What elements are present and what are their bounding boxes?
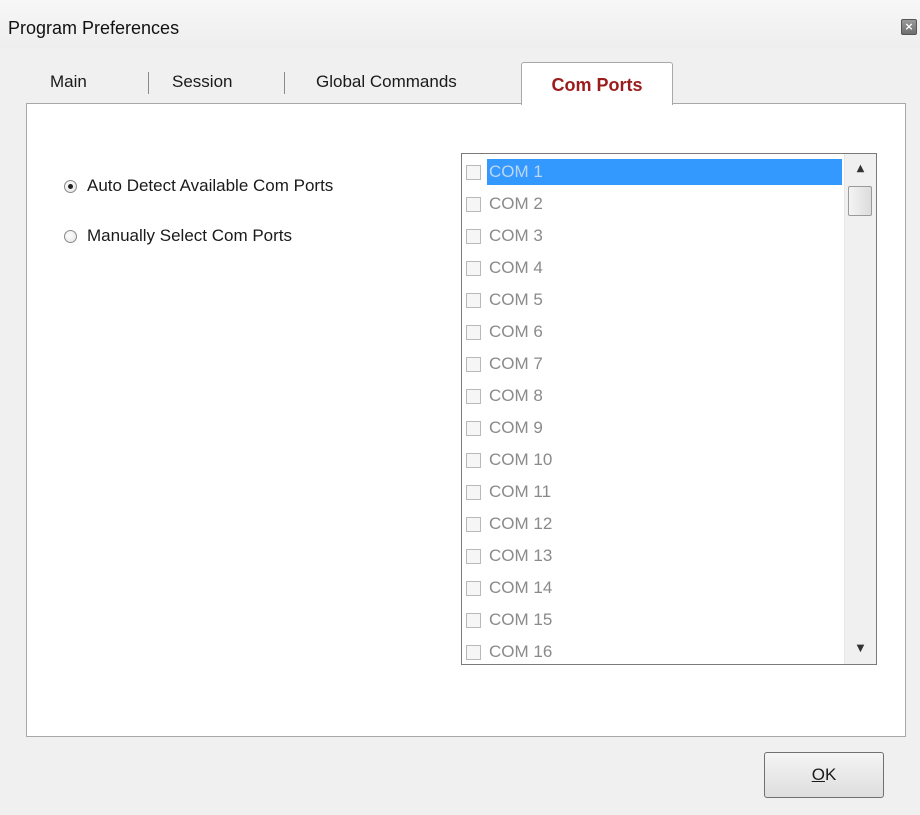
com-checkbox[interactable] <box>466 196 481 212</box>
com-label: COM 14 <box>489 578 553 597</box>
com-label: COM 9 <box>489 418 543 437</box>
com-label: COM 7 <box>489 354 543 373</box>
com-checkbox[interactable] <box>466 580 481 596</box>
tab-main[interactable]: Main <box>50 72 87 100</box>
program-preferences-dialog: Program Preferences × Main Session Globa… <box>0 0 920 815</box>
com-label: COM 10 <box>489 450 553 469</box>
com-label: COM 13 <box>489 546 553 565</box>
com-checkbox[interactable] <box>466 260 481 276</box>
com-checkbox[interactable] <box>466 420 481 436</box>
list-item[interactable]: COM 7 <box>466 348 842 380</box>
list-item[interactable]: COM 13 <box>466 540 842 572</box>
close-icon[interactable]: × <box>901 19 917 35</box>
com-label: COM 8 <box>489 386 543 405</box>
com-checkbox[interactable] <box>466 228 481 244</box>
scroll-down-icon[interactable]: ▼ <box>845 638 876 660</box>
list-item[interactable]: COM 14 <box>466 572 842 604</box>
list-item[interactable]: COM 4 <box>466 252 842 284</box>
com-label: COM 12 <box>489 514 553 533</box>
tab-global-commands[interactable]: Global Commands <box>316 72 457 100</box>
com-checkbox[interactable] <box>466 292 481 308</box>
com-checkbox[interactable] <box>466 324 481 340</box>
scroll-up-icon[interactable]: ▲ <box>845 158 876 180</box>
list-item[interactable]: COM 15 <box>466 604 842 636</box>
auto-detect-radio[interactable] <box>64 179 77 193</box>
dialog-title: Program Preferences <box>8 18 180 38</box>
vertical-scrollbar[interactable]: ▲ ▼ <box>844 154 876 664</box>
list-item[interactable]: COM 3 <box>466 220 842 252</box>
auto-detect-label: Auto Detect Available Com Ports <box>87 176 334 195</box>
com-port-list[interactable]: COM 1 COM 2 COM 3 COM 4 COM 5 COM 6 COM … <box>461 153 877 665</box>
com-label: COM 2 <box>489 194 543 213</box>
com-label: COM 3 <box>489 226 543 245</box>
manual-select-option[interactable]: Manually Select Com Ports <box>64 225 292 247</box>
list-item[interactable]: COM 10 <box>466 444 842 476</box>
tab-separator <box>284 72 285 94</box>
list-item[interactable]: COM 9 <box>466 412 842 444</box>
com-ports-panel: Auto Detect Available Com Ports Manually… <box>26 103 906 737</box>
com-checkbox[interactable] <box>466 548 481 564</box>
list-item[interactable]: COM 16 <box>466 636 842 664</box>
list-item[interactable]: COM 11 <box>466 476 842 508</box>
list-item[interactable]: COM 6 <box>466 316 842 348</box>
com-label: COM 16 <box>489 642 553 661</box>
com-checkbox[interactable] <box>466 516 481 532</box>
com-label: COM 15 <box>489 610 553 629</box>
scroll-thumb[interactable] <box>848 186 872 216</box>
com-label: COM 1 <box>487 159 842 185</box>
title-bar: Program Preferences × <box>0 0 920 48</box>
list-item[interactable]: COM 5 <box>466 284 842 316</box>
com-label: COM 6 <box>489 322 543 341</box>
manual-select-radio[interactable] <box>64 229 77 243</box>
auto-detect-option[interactable]: Auto Detect Available Com Ports <box>64 175 333 197</box>
com-checkbox[interactable] <box>466 356 481 372</box>
ok-label-rest: K <box>824 765 837 784</box>
manual-select-label: Manually Select Com Ports <box>87 226 293 245</box>
com-checkbox[interactable] <box>466 388 481 404</box>
com-label: COM 5 <box>489 290 543 309</box>
com-checkbox[interactable] <box>466 484 481 500</box>
com-checkbox[interactable] <box>466 452 481 468</box>
com-label: COM 4 <box>489 258 543 277</box>
list-item[interactable]: COM 8 <box>466 380 842 412</box>
tab-strip: Main Session Global Commands Com Ports <box>26 62 906 105</box>
com-checkbox[interactable] <box>466 612 481 628</box>
tab-com-ports[interactable]: Com Ports <box>521 62 673 105</box>
tab-separator <box>148 72 149 94</box>
com-label: COM 11 <box>489 482 552 501</box>
com-checkbox[interactable] <box>466 164 481 180</box>
com-checkbox[interactable] <box>466 644 481 660</box>
list-item[interactable]: COM 1 <box>466 156 842 188</box>
list-item[interactable]: COM 12 <box>466 508 842 540</box>
list-item[interactable]: COM 2 <box>466 188 842 220</box>
ok-mnemonic: O <box>811 765 825 784</box>
ok-button[interactable]: OK <box>764 752 884 798</box>
tab-session[interactable]: Session <box>172 72 232 100</box>
